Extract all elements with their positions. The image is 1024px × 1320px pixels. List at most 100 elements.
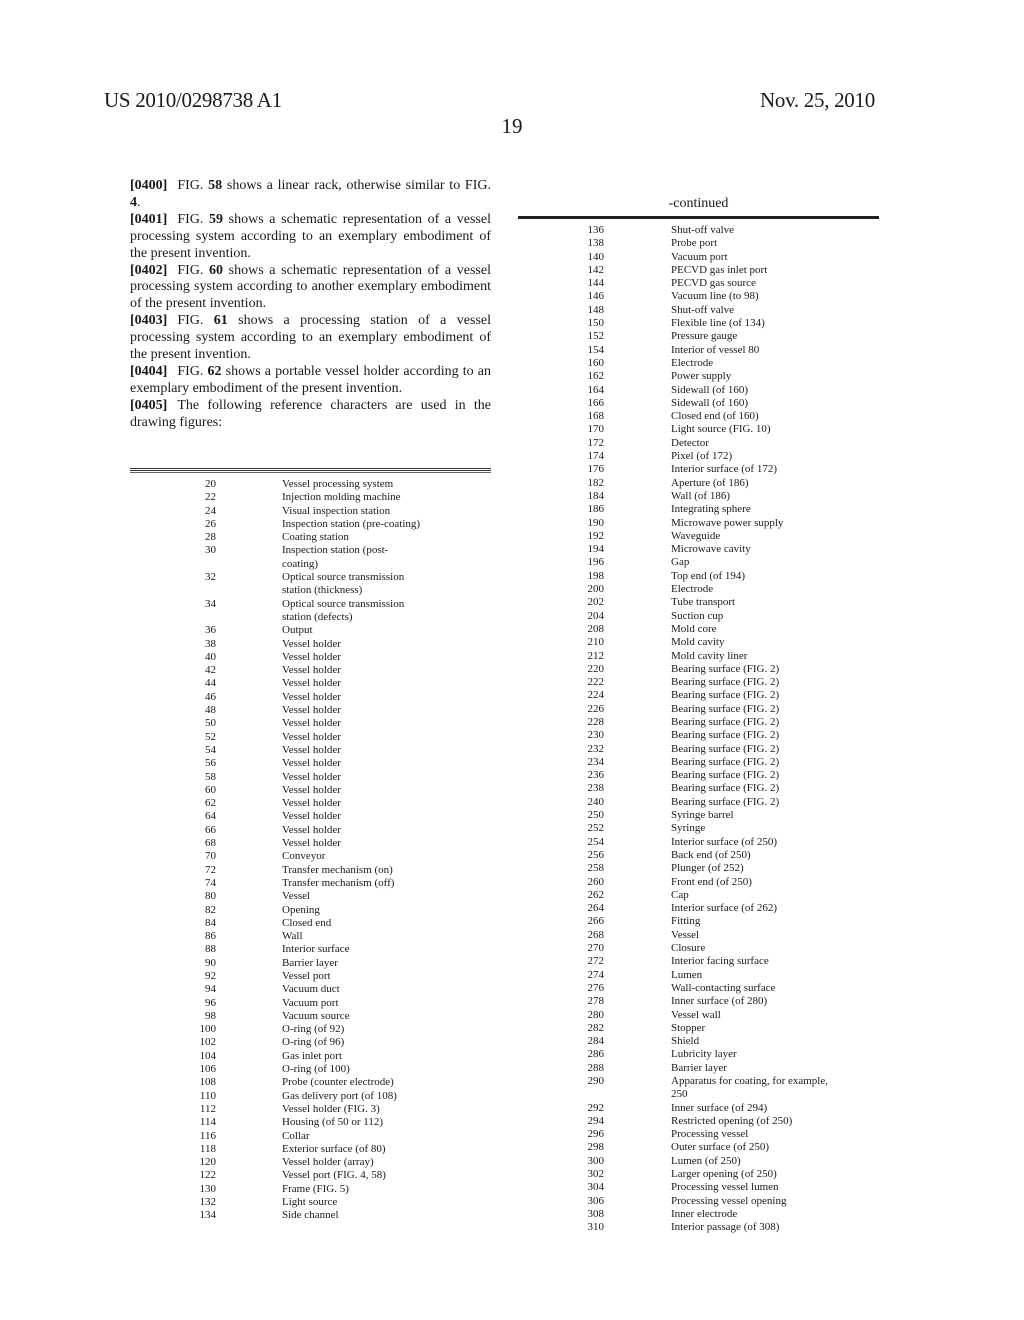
page-number: 19 <box>501 114 523 138</box>
reference-description: Collar <box>282 1129 310 1142</box>
reference-number: 58 <box>205 770 216 783</box>
reference-description: Exterior surface (of 80) <box>282 1142 386 1155</box>
paragraph: [0402] FIG. 60 shows a schematic represen… <box>130 263 491 314</box>
table-row: 164 Sidewall (of 160) <box>518 384 879 397</box>
reference-number: 228 <box>587 715 605 728</box>
reference-description: Vacuum line (to 98) <box>671 290 759 303</box>
reference-number: 98 <box>205 1009 216 1022</box>
reference-number: 282 <box>587 1021 605 1034</box>
reference-number: 46 <box>205 690 216 703</box>
table-row: 154 Interior of vessel 80 <box>518 344 879 357</box>
paragraph-number: [0403] <box>130 313 168 329</box>
table-row: 60 Vessel holder <box>130 784 491 797</box>
reference-number: 122 <box>199 1169 217 1182</box>
reference-number: 150 <box>587 317 605 330</box>
reference-description: Bearing surface (FIG. 2) <box>671 755 780 768</box>
table-row: 172 Detector <box>518 437 879 450</box>
reference-number: 44 <box>205 677 216 690</box>
table-row: 292 Inner surface (of 294) <box>518 1102 879 1115</box>
reference-number: 102 <box>199 1036 217 1049</box>
reference-description: Vessel holder <box>282 770 341 783</box>
fig-prefix: FIG. <box>177 178 209 193</box>
reference-description: Mold cavity <box>671 636 725 649</box>
reference-number: 164 <box>587 383 605 396</box>
reference-description: Electrode <box>671 583 714 596</box>
table-row: 90 Barrier layer <box>130 957 491 970</box>
reference-description: Opening <box>282 903 320 916</box>
reference-description: Microwave power supply <box>671 516 784 529</box>
reference-number: 210 <box>587 636 605 649</box>
reference-description: Output <box>282 624 313 637</box>
reference-description: Vessel holder (FIG. 3) <box>282 1102 380 1115</box>
table-row: 224 Bearing surface (FIG. 2) <box>518 689 879 702</box>
reference-description: Light source <box>282 1196 338 1209</box>
table-top-rule <box>130 468 491 473</box>
table-row: 194 Microwave cavity <box>518 543 879 556</box>
table-row: 250 Syringe barrel <box>518 809 879 822</box>
table-row: 310 Interior passage (of 308) <box>518 1221 879 1234</box>
reference-number: 138 <box>587 237 605 250</box>
table-row: 288 Barrier layer <box>518 1062 879 1075</box>
reference-number: 258 <box>587 862 605 875</box>
table-row: 298 Outer surface (of 250) <box>518 1141 879 1154</box>
table-row: 26 Inspection station (pre-coating) <box>130 518 491 531</box>
reference-description: Interior facing surface <box>671 955 769 968</box>
reference-description: Waveguide <box>671 529 721 542</box>
table-rows: 136 Shut-off valve 138 Probe port 140 Vacuum … <box>518 224 879 1235</box>
reference-description: Shut-off valve <box>671 224 735 236</box>
reference-description: Housing (of 50 or 112) <box>282 1116 384 1129</box>
reference-number: 186 <box>587 503 605 516</box>
reference-number: 92 <box>205 969 216 982</box>
reference-description: Bearing surface (FIG. 2) <box>671 795 780 808</box>
table-row: 64 Vessel holder <box>130 810 491 823</box>
table-row: 282 Stopper <box>518 1022 879 1035</box>
table-row: 196 Gap <box>518 556 879 569</box>
table-row: 110 Gas delivery port (of 108) <box>130 1090 491 1103</box>
reference-description: Gas delivery port (of 108) <box>282 1089 397 1102</box>
reference-number: 106 <box>199 1063 217 1076</box>
table-row: 168 Closed end (of 160) <box>518 410 879 423</box>
table-row: 136 Shut-off valve <box>518 224 879 237</box>
reference-number: 54 <box>205 743 216 756</box>
reference-description: Gas inlet port <box>282 1049 342 1062</box>
reference-number: 276 <box>587 981 605 994</box>
reference-number: 136 <box>587 224 605 236</box>
reference-description: Vessel holder <box>282 690 341 703</box>
table-row: 152 Pressure gauge <box>518 330 879 343</box>
figure-number: 58 <box>208 178 223 193</box>
reference-number: 204 <box>587 609 605 622</box>
reference-number: 222 <box>587 676 605 689</box>
paragraph-number: [0402] <box>130 262 168 278</box>
reference-description: Gap <box>671 556 690 569</box>
reference-description: Optical source transmission station (thi… <box>282 571 405 597</box>
paragraph-number: [0400] <box>130 178 168 193</box>
table-row: 108 Probe (counter electrode) <box>130 1076 491 1089</box>
reference-description: Vessel holder <box>282 797 341 810</box>
table-row: 190 Microwave power supply <box>518 517 879 530</box>
table-row: 280 Vessel wall <box>518 1009 879 1022</box>
reference-description: Injection molding machine <box>282 491 401 504</box>
reference-description: Interior surface (of 262) <box>671 902 777 915</box>
reference-number: 132 <box>199 1196 217 1209</box>
reference-number: 108 <box>199 1076 217 1089</box>
reference-number: 56 <box>205 757 216 770</box>
table-row: 56 Vessel holder <box>130 757 491 770</box>
paragraph-number: [0405] <box>130 397 168 413</box>
reference-description: Shut-off valve <box>671 303 735 316</box>
table-row: 120 Vessel holder (array) <box>130 1156 491 1169</box>
fig-prefix: FIG. <box>177 211 210 227</box>
reference-description: Vacuum port <box>671 250 728 263</box>
reference-number: 100 <box>199 1023 217 1036</box>
table-row: 118 Exterior surface (of 80) <box>130 1143 491 1156</box>
reference-number: 174 <box>587 450 605 463</box>
table-row: 212 Mold cavity liner <box>518 650 879 663</box>
reference-number: 220 <box>587 662 605 675</box>
reference-number: 26 <box>205 517 216 530</box>
reference-number: 288 <box>587 1061 605 1074</box>
reference-number: 62 <box>205 797 216 810</box>
table-row: 306 Processing vessel opening <box>518 1195 879 1208</box>
figure-number: 62 <box>207 363 222 379</box>
reference-description: Larger opening (of 250) <box>671 1168 777 1181</box>
reference-number: 238 <box>587 782 605 795</box>
table-row: 88 Interior surface <box>130 943 491 956</box>
